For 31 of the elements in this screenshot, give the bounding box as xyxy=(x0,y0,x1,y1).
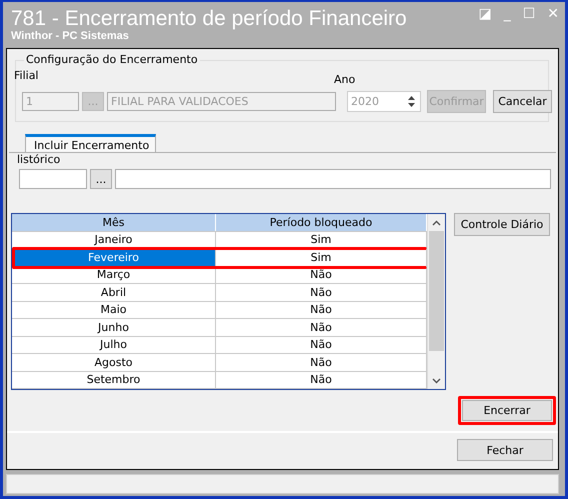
group-legend: Configuração do Encerramento xyxy=(24,53,200,66)
table-row[interactable]: Julho Não xyxy=(12,336,427,354)
column-header[interactable]: Período bloqueado xyxy=(216,214,427,230)
table-row[interactable]: Fevereiro Sim xyxy=(12,249,427,266)
table-row[interactable]: Maio Não xyxy=(12,302,427,319)
table-cell: Setembro xyxy=(12,372,216,388)
table-row[interactable]: Junho Não xyxy=(12,319,427,336)
table-cell: Março xyxy=(12,266,216,283)
table-row[interactable]: Março Não xyxy=(12,266,427,284)
filial-label: Filial xyxy=(14,69,38,82)
ano-label: Ano xyxy=(334,73,356,86)
tab[interactable]: Incluir Encerramento xyxy=(25,134,156,152)
table-row[interactable]: Agosto Não xyxy=(12,354,427,372)
close-button[interactable]: Fechar xyxy=(457,439,553,461)
lookup-button[interactable]: ... xyxy=(90,169,112,189)
daily-control-button[interactable]: Controle Diário xyxy=(454,213,550,236)
table-cell: Janeiro xyxy=(12,232,216,248)
table-row[interactable]: Setembro Não xyxy=(12,372,427,389)
column-header[interactable]: Mês xyxy=(12,214,216,230)
cancel-button[interactable]: Cancelar xyxy=(493,90,552,113)
table-cell: Abril xyxy=(12,284,216,300)
table-cell: Julho xyxy=(12,336,216,353)
table-row[interactable]: Abril Não xyxy=(12,284,427,302)
window-title: 781 - Encerramento de período Financeiro xyxy=(11,7,407,31)
table-cell: Fevereiro xyxy=(12,249,216,266)
close-period-button[interactable]: Encerrar xyxy=(462,400,552,421)
table-cell: Junho xyxy=(12,319,216,336)
table-cell: Maio xyxy=(12,302,216,318)
window-subtitle: Winthor - PC Sistemas xyxy=(11,30,130,42)
table-cell: Agosto xyxy=(12,354,216,370)
historico-label: listórico xyxy=(17,153,60,166)
